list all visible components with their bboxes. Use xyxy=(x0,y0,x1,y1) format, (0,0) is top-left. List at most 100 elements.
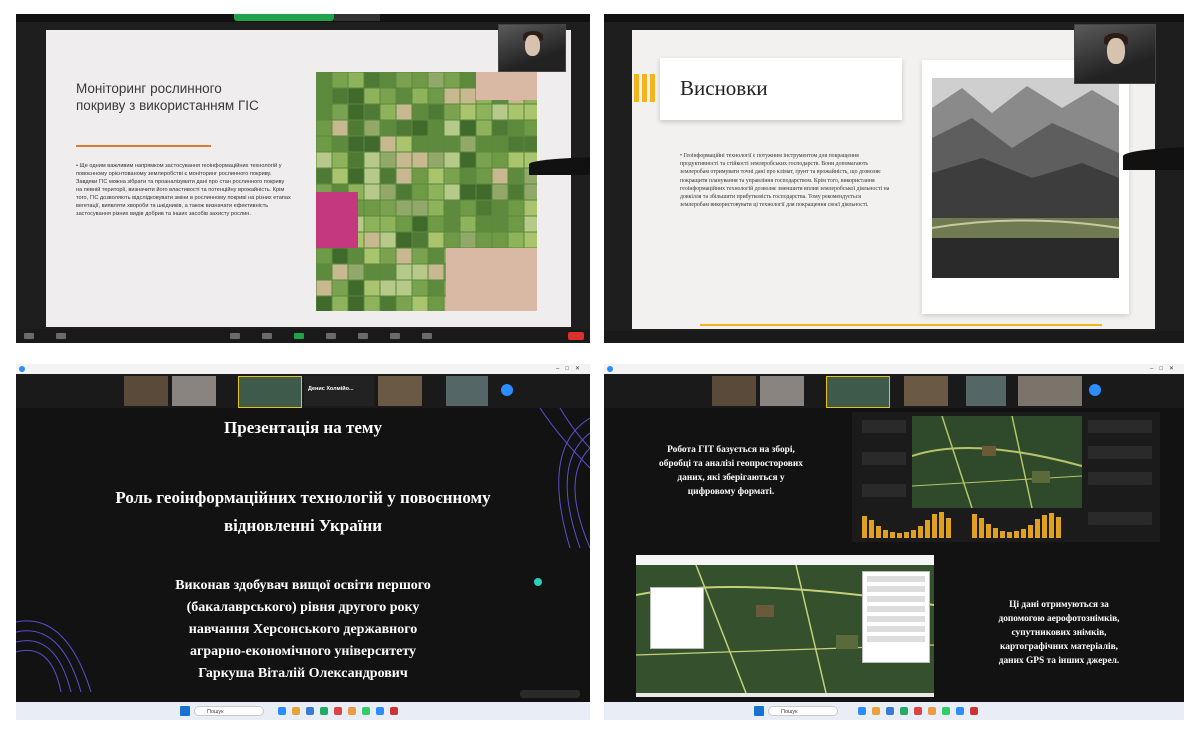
app-taskbar-icon[interactable] xyxy=(956,707,964,715)
field-cell xyxy=(348,104,364,120)
app-taskbar-icon[interactable] xyxy=(334,707,342,715)
window-titlebar: –□✕ xyxy=(604,364,1184,374)
satellite-map-image xyxy=(911,415,1083,509)
participant-tile[interactable] xyxy=(904,376,948,406)
explorer-taskbar-icon[interactable] xyxy=(872,707,880,715)
field-cell xyxy=(412,232,428,248)
zoom-taskbar-icon[interactable] xyxy=(858,707,866,715)
next-page-icon[interactable] xyxy=(501,384,513,396)
field-cell xyxy=(396,200,412,216)
participant-video-thumbnail[interactable] xyxy=(498,24,590,176)
view-options-button[interactable] xyxy=(334,14,380,21)
field-cell xyxy=(332,280,348,296)
more-button[interactable] xyxy=(422,333,432,339)
participant-tile[interactable] xyxy=(172,376,216,406)
field-cell xyxy=(476,184,492,200)
field-cell xyxy=(380,216,396,232)
participant-tile[interactable] xyxy=(1018,376,1082,406)
participant-tile[interactable] xyxy=(760,376,804,406)
apps-button[interactable] xyxy=(390,333,400,339)
taskbar-search-box[interactable]: Пошук xyxy=(194,706,264,716)
zoom-meeting-controls xyxy=(16,329,590,343)
field-cell xyxy=(476,120,492,136)
field-cell xyxy=(364,120,380,136)
field-cell xyxy=(332,248,348,264)
field-cell xyxy=(508,168,524,184)
taskbar-search-box[interactable]: Пошук xyxy=(768,706,838,716)
field-cell xyxy=(524,216,537,232)
field-cell xyxy=(460,152,476,168)
start-button-icon[interactable] xyxy=(754,706,764,716)
field-cell xyxy=(316,72,332,88)
field-cell xyxy=(524,120,537,136)
field-cell xyxy=(412,104,428,120)
histogram-bar xyxy=(1042,515,1047,538)
histogram-bar xyxy=(869,520,874,538)
participant-video-thumbnail[interactable] xyxy=(1074,24,1184,171)
text-line: картографічних матеріалів, xyxy=(1000,642,1118,652)
presentation-controls[interactable] xyxy=(520,690,580,698)
mute-button[interactable] xyxy=(24,333,34,339)
field-cell xyxy=(508,232,524,248)
field-cell xyxy=(508,120,524,136)
participants-button[interactable] xyxy=(230,333,240,339)
app-taskbar-icon[interactable] xyxy=(942,707,950,715)
field-cell xyxy=(428,216,444,232)
field-cell xyxy=(364,232,380,248)
window-controls[interactable]: –□✕ xyxy=(556,364,586,374)
participant-tile[interactable] xyxy=(124,376,168,406)
layers-panel[interactable] xyxy=(862,571,930,663)
field-cell xyxy=(348,168,364,184)
layer-properties-dialog[interactable] xyxy=(650,587,704,649)
participant-tile[interactable] xyxy=(446,376,488,406)
screen-share-indicator[interactable] xyxy=(234,14,334,21)
start-button-icon[interactable] xyxy=(180,706,190,716)
app-taskbar-icon[interactable] xyxy=(376,707,384,715)
next-page-icon[interactable] xyxy=(1089,384,1101,396)
edge-taskbar-icon[interactable] xyxy=(306,707,314,715)
app-taskbar-icon[interactable] xyxy=(390,707,398,715)
field-cell xyxy=(364,200,380,216)
field-cell xyxy=(348,296,364,311)
app-taskbar-icon[interactable] xyxy=(970,707,978,715)
app-taskbar-icon[interactable] xyxy=(914,707,922,715)
field-cell xyxy=(364,152,380,168)
reactions-button[interactable] xyxy=(358,333,368,339)
chat-button[interactable] xyxy=(262,333,272,339)
field-cell xyxy=(380,72,396,88)
participant-tile-active[interactable] xyxy=(238,376,302,408)
zoom-app-icon xyxy=(19,366,25,372)
field-cell xyxy=(524,232,537,248)
landscape-photo-frame xyxy=(922,60,1129,314)
text-line: цифровому форматі. xyxy=(687,487,775,497)
field-cell xyxy=(332,152,348,168)
participant-tile-active[interactable] xyxy=(826,376,890,408)
edge-taskbar-icon[interactable] xyxy=(886,707,894,715)
field-cell xyxy=(380,184,396,200)
field-cell xyxy=(364,184,380,200)
record-button[interactable] xyxy=(326,333,336,339)
yellow-divider-line xyxy=(700,324,1102,326)
participant-tile[interactable] xyxy=(712,376,756,406)
participant-tile[interactable]: Денис Холмійо... xyxy=(304,376,374,406)
end-meeting-button[interactable] xyxy=(568,332,584,340)
explorer-taskbar-icon[interactable] xyxy=(292,707,300,715)
share-screen-button[interactable] xyxy=(294,333,304,339)
app-taskbar-icon[interactable] xyxy=(928,707,936,715)
field-cell xyxy=(348,120,364,136)
app-taskbar-icon[interactable] xyxy=(348,707,356,715)
kpi-tile xyxy=(1088,512,1152,525)
participant-tile[interactable] xyxy=(378,376,422,406)
app-taskbar-icon[interactable] xyxy=(320,707,328,715)
field-cell xyxy=(444,120,460,136)
field-cell xyxy=(380,168,396,184)
app-taskbar-icon[interactable] xyxy=(362,707,370,715)
zoom-taskbar-icon[interactable] xyxy=(278,707,286,715)
video-button[interactable] xyxy=(56,333,66,339)
window-controls[interactable]: –□✕ xyxy=(1150,364,1180,374)
app-taskbar-icon[interactable] xyxy=(900,707,908,715)
kpi-tile xyxy=(862,420,906,433)
participant-tile[interactable] xyxy=(966,376,1006,406)
histogram-bar xyxy=(946,518,951,538)
field-cell xyxy=(396,296,412,311)
